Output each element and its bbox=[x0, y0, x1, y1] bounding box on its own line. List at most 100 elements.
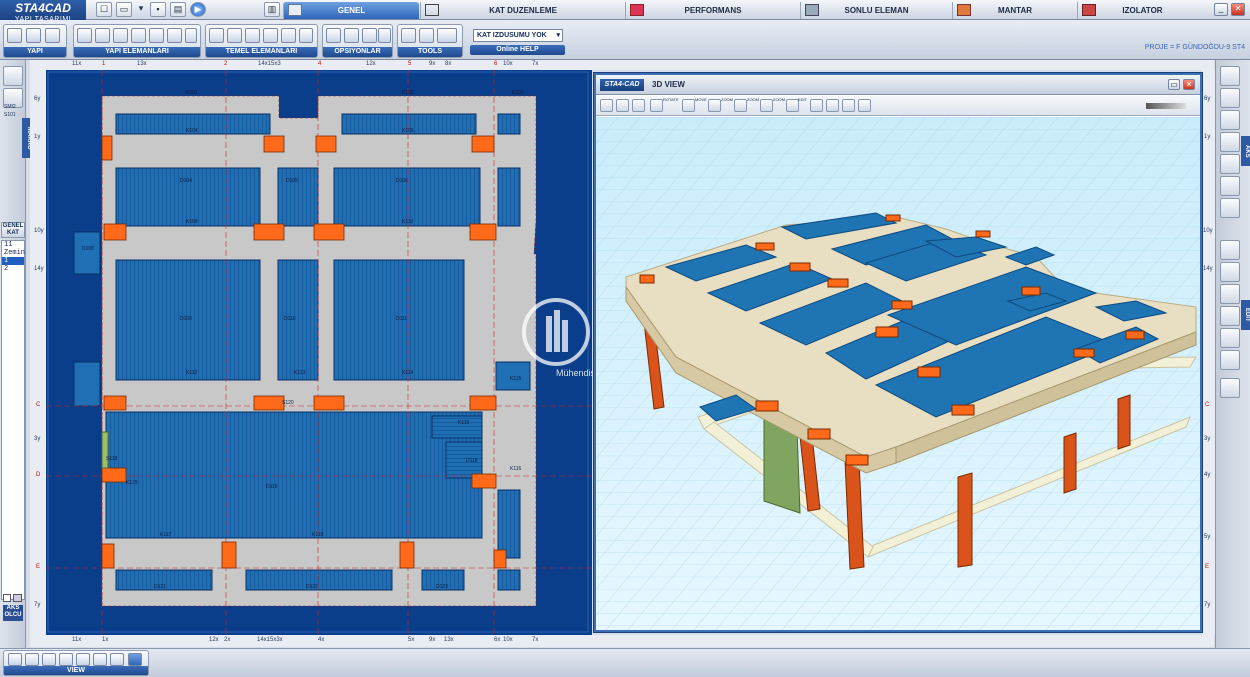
floor-plan-drawing[interactable]: K101 K102 K103 K104 K106 D104 D105 D106 … bbox=[46, 70, 592, 635]
beam-icon[interactable] bbox=[95, 28, 110, 43]
edit-copy-icon[interactable] bbox=[1220, 262, 1240, 282]
aks-olcu-button[interactable]: AKS OLCU bbox=[3, 605, 23, 621]
tab-kat-duzenleme[interactable]: KAT DUZENLEME bbox=[420, 2, 625, 19]
pan-icon[interactable] bbox=[842, 99, 855, 112]
slab[interactable] bbox=[277, 167, 319, 227]
wall-icon[interactable] bbox=[113, 28, 128, 43]
column[interactable] bbox=[493, 549, 507, 569]
tab-genel[interactable]: GENEL bbox=[283, 2, 419, 19]
tab-performans[interactable]: PERFORMANS bbox=[625, 2, 800, 19]
load-icon[interactable] bbox=[362, 28, 377, 43]
column[interactable] bbox=[471, 473, 497, 489]
refresh-icon[interactable] bbox=[8, 653, 22, 666]
plan-view-icon[interactable] bbox=[600, 99, 613, 112]
shear-wall[interactable] bbox=[101, 431, 109, 469]
slab[interactable] bbox=[245, 569, 393, 591]
column[interactable] bbox=[469, 223, 497, 241]
stair-slab[interactable] bbox=[431, 415, 483, 439]
column[interactable] bbox=[221, 541, 237, 569]
column[interactable] bbox=[101, 135, 113, 161]
column[interactable] bbox=[399, 541, 415, 569]
run-play-icon[interactable]: ▶ bbox=[190, 2, 206, 17]
save-icon[interactable]: ▪ bbox=[150, 2, 166, 17]
floor-plan-icon[interactable] bbox=[26, 28, 41, 43]
slab[interactable] bbox=[115, 167, 261, 227]
pile-icon[interactable] bbox=[263, 28, 278, 43]
tab-sonlu-eleman[interactable]: SONLU ELEMAN bbox=[800, 2, 952, 19]
mat-foundation-icon[interactable] bbox=[227, 28, 242, 43]
column[interactable] bbox=[103, 395, 127, 411]
settings-check-icon[interactable] bbox=[344, 28, 359, 43]
column[interactable] bbox=[263, 135, 285, 153]
axis-diagonal-icon[interactable] bbox=[1220, 110, 1240, 130]
column[interactable] bbox=[253, 223, 285, 241]
options-calc-icon[interactable] bbox=[326, 28, 341, 43]
axis-split-icon[interactable] bbox=[1220, 88, 1240, 108]
column[interactable] bbox=[469, 395, 497, 411]
zoom-out-icon[interactable] bbox=[760, 99, 773, 112]
print-icon[interactable]: ▤ bbox=[170, 2, 186, 17]
measure-icon[interactable] bbox=[419, 28, 434, 43]
edit-move-icon[interactable] bbox=[1220, 240, 1240, 260]
slab[interactable] bbox=[105, 411, 483, 539]
document-icon[interactable]: ▥ bbox=[264, 2, 280, 17]
view3d-canvas[interactable] bbox=[596, 117, 1200, 630]
floor-projection-select[interactable]: KAT IZDUSUMU YOK ▾ bbox=[473, 29, 563, 42]
view3d-titlebar[interactable]: STA4-CAD 3D VIEW ▭ ✕ bbox=[596, 75, 1200, 95]
window-restore-button[interactable]: ▭ bbox=[1168, 79, 1180, 90]
column[interactable] bbox=[101, 543, 115, 569]
help-view-icon[interactable] bbox=[632, 99, 645, 112]
column[interactable] bbox=[103, 223, 127, 241]
column[interactable] bbox=[101, 467, 127, 483]
search-icon[interactable] bbox=[858, 99, 871, 112]
model-3d-render[interactable] bbox=[596, 117, 1200, 630]
sliders-icon[interactable] bbox=[378, 28, 391, 43]
column-icon[interactable] bbox=[77, 28, 92, 43]
tab-mantar[interactable]: MANTAR bbox=[952, 2, 1077, 19]
edit-paint-icon[interactable] bbox=[1220, 350, 1240, 370]
dropdown-arrow-icon[interactable]: ▾ bbox=[136, 2, 146, 17]
home-view-icon[interactable] bbox=[616, 99, 629, 112]
axis-cut-icon[interactable] bbox=[1220, 176, 1240, 196]
window-close-button[interactable]: ✕ bbox=[1183, 79, 1195, 90]
list-item[interactable]: Zemin bbox=[2, 249, 25, 257]
chart-icon[interactable] bbox=[1220, 378, 1240, 398]
foundation-plan-icon[interactable] bbox=[299, 28, 313, 43]
grid-icon[interactable] bbox=[185, 28, 197, 43]
zoom-in-icon[interactable] bbox=[734, 99, 747, 112]
zoom-window-icon[interactable] bbox=[110, 653, 124, 666]
new-file-icon[interactable]: ☐ bbox=[96, 2, 112, 17]
floor-list[interactable]: 11 Zemin 1 2 bbox=[1, 240, 25, 600]
tab-izolator[interactable]: IZOLATOR bbox=[1077, 2, 1207, 19]
list-item[interactable]: 1 bbox=[2, 257, 24, 265]
building-icon[interactable] bbox=[7, 28, 22, 43]
axis-rect-icon[interactable] bbox=[1220, 132, 1240, 152]
online-help-button[interactable]: Online HELP bbox=[470, 45, 565, 55]
footing-icon[interactable] bbox=[209, 28, 224, 43]
column[interactable] bbox=[313, 395, 345, 411]
zoom-icon[interactable] bbox=[708, 99, 721, 112]
edit-list-icon[interactable] bbox=[1220, 306, 1240, 326]
layers-icon[interactable] bbox=[437, 28, 457, 43]
elevation-icon[interactable] bbox=[45, 28, 60, 43]
strip-footing-icon[interactable] bbox=[245, 28, 260, 43]
edit-erase-icon[interactable] bbox=[1220, 328, 1240, 348]
slab[interactable] bbox=[333, 167, 481, 227]
axis-grid-icon[interactable] bbox=[1220, 198, 1240, 218]
rotate-icon[interactable] bbox=[650, 99, 663, 112]
list-item[interactable]: 2 bbox=[2, 265, 24, 273]
floor-plan-view[interactable]: K101 K102 K103 K104 K106 D104 D105 D106 … bbox=[46, 70, 592, 635]
slab[interactable] bbox=[497, 569, 521, 591]
fullscreen-icon[interactable] bbox=[128, 653, 142, 666]
slab[interactable] bbox=[497, 489, 521, 559]
macro-column-icon[interactable] bbox=[3, 66, 23, 86]
tool-cursor-icon[interactable] bbox=[401, 28, 416, 43]
toggle-icon[interactable] bbox=[13, 594, 22, 602]
view3d-window[interactable]: STA4-CAD 3D VIEW ▭ ✕ ROTATE MOVE ZOOM ZO… bbox=[594, 73, 1202, 632]
close-app-button[interactable]: ✕ bbox=[1231, 3, 1245, 16]
column[interactable] bbox=[313, 223, 345, 241]
slab[interactable] bbox=[497, 113, 521, 135]
opacity-slider[interactable] bbox=[1146, 103, 1186, 109]
minimize-app-button[interactable]: _ bbox=[1214, 3, 1228, 16]
column[interactable] bbox=[253, 395, 285, 411]
